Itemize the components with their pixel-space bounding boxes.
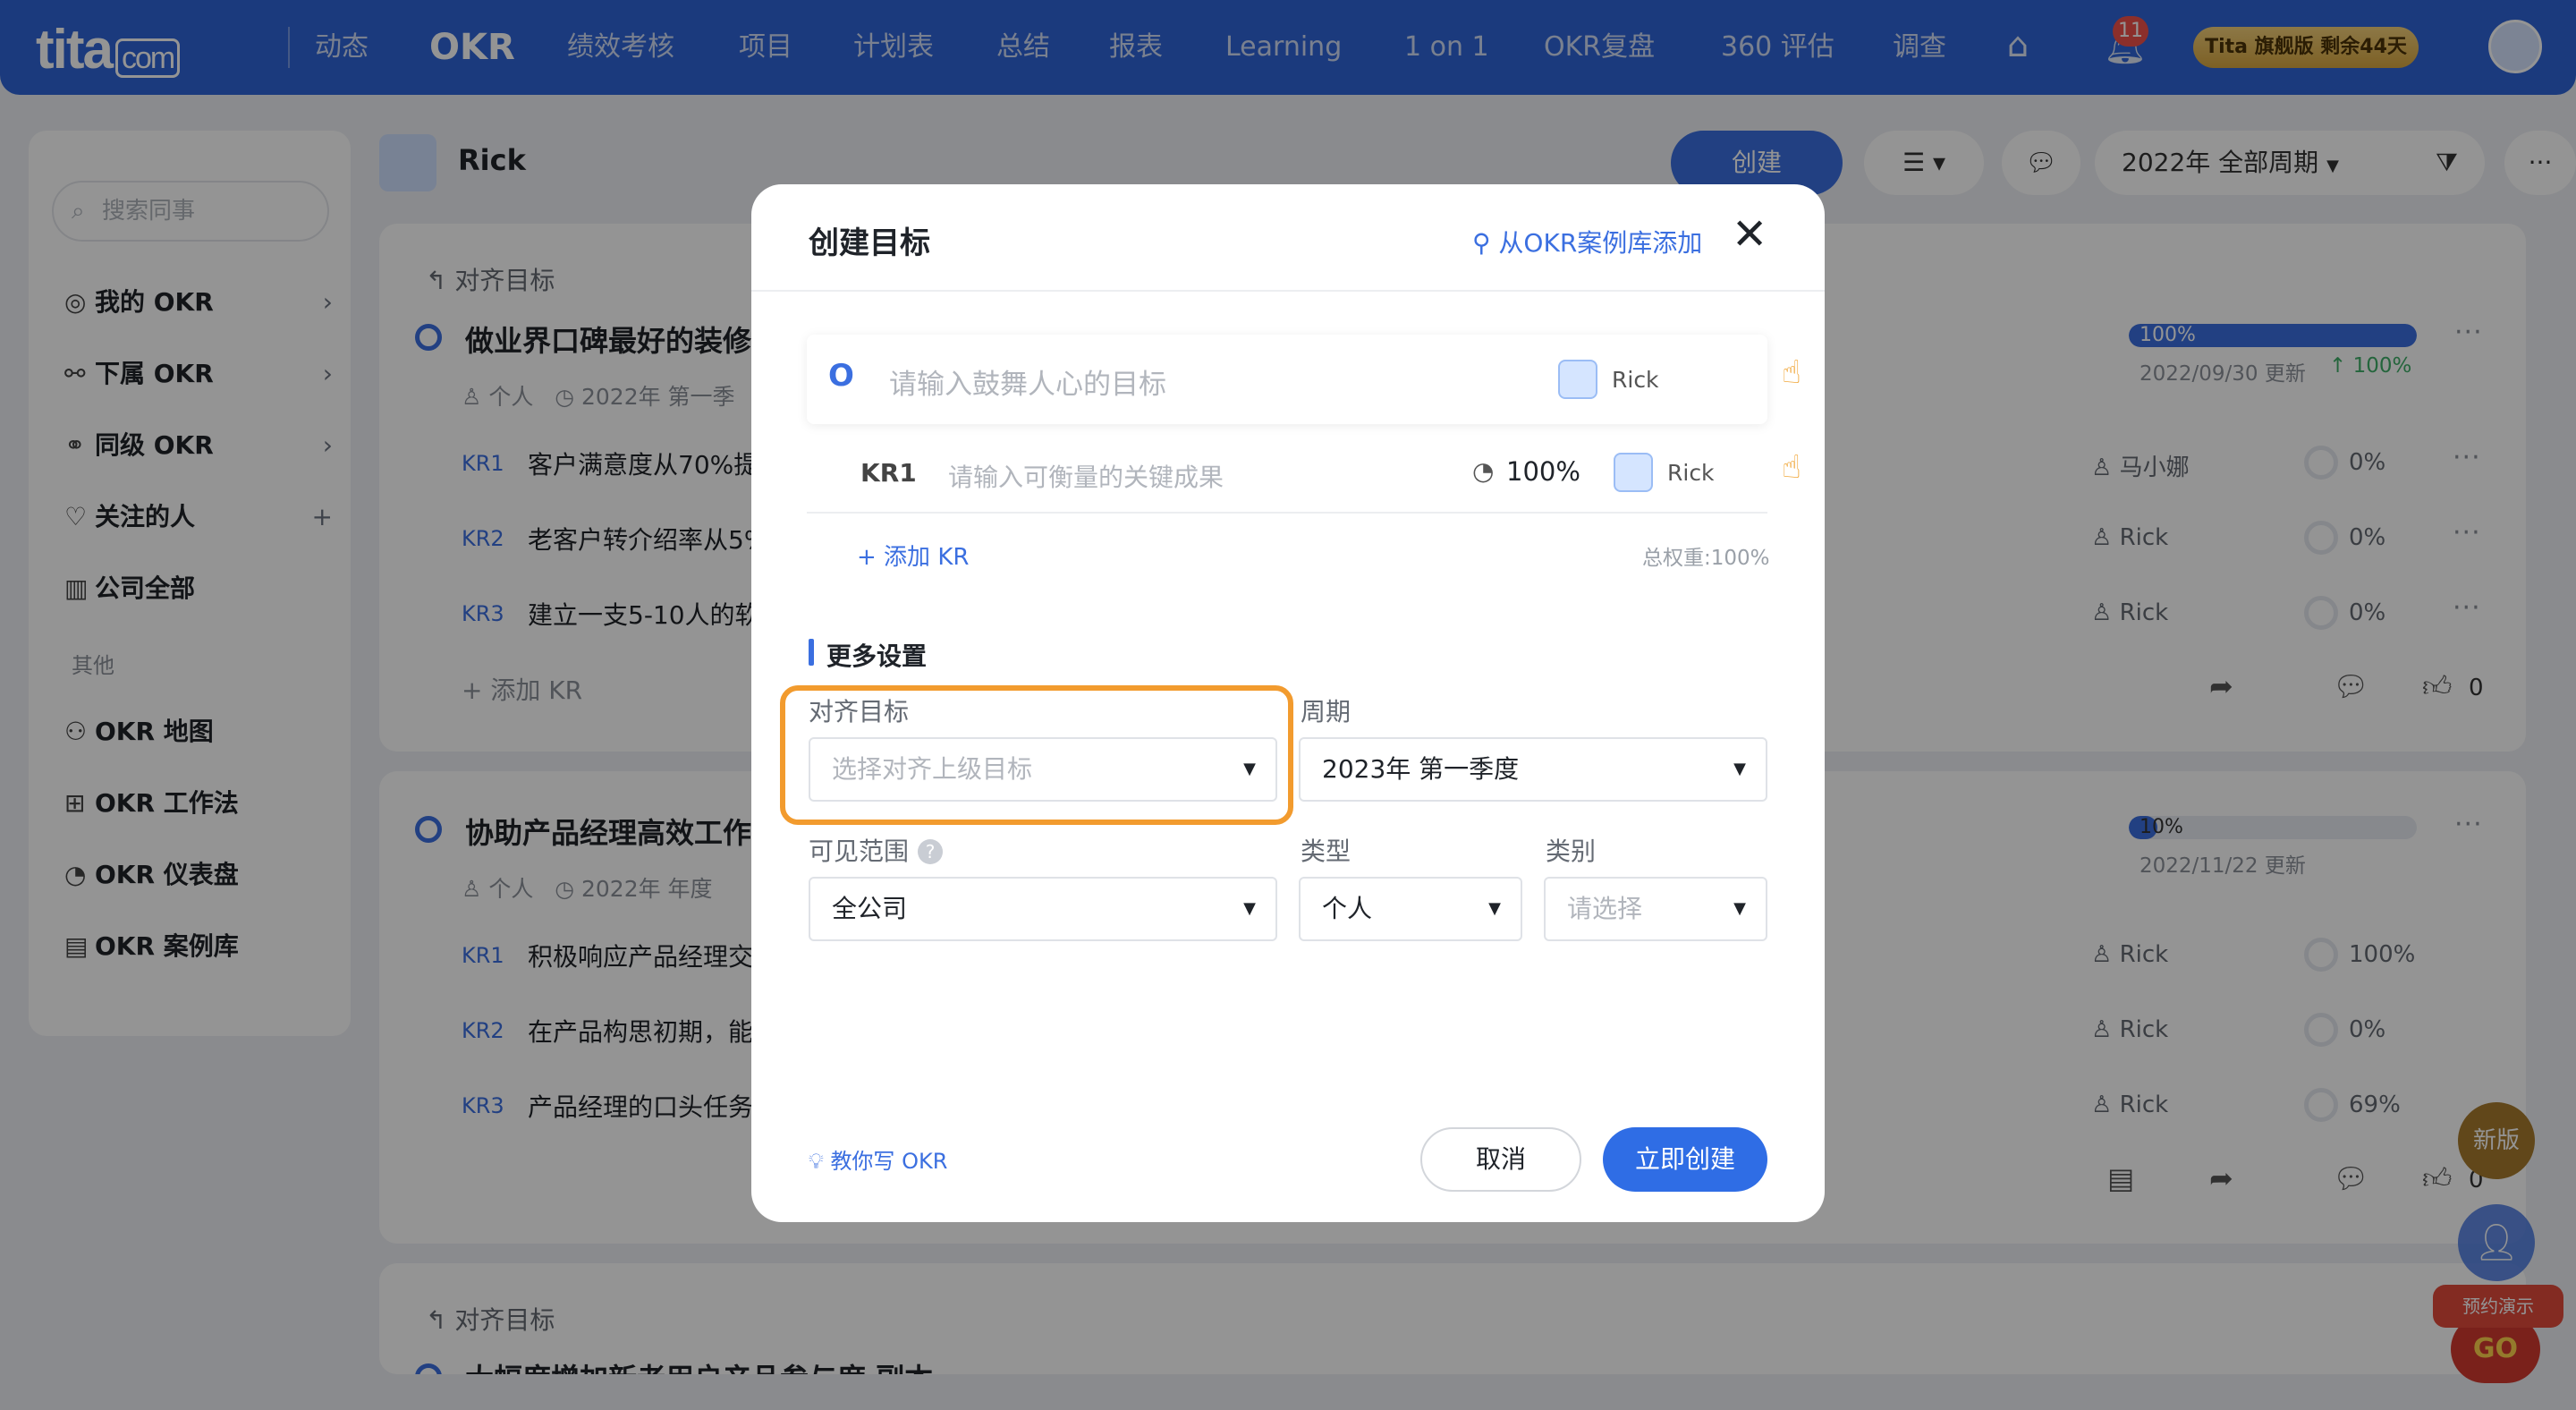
objective-input[interactable]: 请输入鼓舞人心的目标	[889, 361, 1166, 402]
add-kr-button[interactable]: + 添加 KR	[857, 539, 969, 572]
objective-marker: O	[828, 358, 854, 394]
kr-divider	[807, 512, 1767, 514]
dialog-title: 创建目标	[809, 225, 930, 261]
kr-weight[interactable]: 100%	[1506, 456, 1580, 487]
caret-down-icon: ▼	[1488, 899, 1501, 918]
objective-row: O 请输入鼓舞人心的目标 Rick	[807, 335, 1767, 424]
drag-handle-icon[interactable]: ☝	[1782, 354, 1801, 391]
period-select[interactable]: 2023年 第一季度 ▼	[1299, 737, 1767, 802]
section-marker	[809, 639, 814, 666]
kr-owner[interactable]: Rick	[1667, 460, 1715, 486]
help-icon[interactable]: ?	[918, 839, 944, 864]
link-icon: ⚲	[1472, 228, 1499, 258]
visibility-label: 可见范围?	[809, 832, 944, 868]
weight-icon: ◔	[1472, 456, 1495, 486]
caret-down-icon: ▼	[1733, 760, 1746, 778]
dialog-divider	[751, 290, 1825, 292]
lightbulb-icon: 💡︎	[809, 1149, 831, 1174]
period-label: 周期	[1301, 697, 1352, 726]
category-select[interactable]: 请选择 ▼	[1544, 877, 1767, 941]
owner-avatar[interactable]	[1558, 360, 1597, 399]
drag-handle-icon[interactable]: ☝	[1782, 449, 1801, 486]
submit-button[interactable]: 立即创建	[1603, 1127, 1767, 1192]
objective-owner[interactable]: Rick	[1612, 367, 1659, 393]
teach-okr-link[interactable]: 💡︎ 教你写 OKR	[809, 1143, 947, 1175]
visibility-select[interactable]: 全公司 ▼	[809, 877, 1277, 941]
caret-down-icon: ▼	[1243, 899, 1256, 918]
type-select[interactable]: 个人 ▼	[1299, 877, 1522, 941]
more-settings-title: 更多设置	[826, 641, 928, 671]
caret-down-icon: ▼	[1733, 899, 1746, 918]
kr-input[interactable]: 请输入可衡量的关键成果	[948, 458, 1224, 494]
category-label: 类别	[1546, 837, 1597, 866]
owner-avatar[interactable]	[1614, 453, 1653, 492]
okr-library-link[interactable]: ⚲ 从OKR案例库添加	[1472, 224, 1702, 259]
highlight-box	[780, 685, 1293, 825]
kr-label: KR1	[860, 458, 917, 488]
cancel-button[interactable]: 取消	[1420, 1127, 1581, 1192]
type-label: 类型	[1301, 837, 1352, 866]
create-objective-dialog: 创建目标 ⚲ 从OKR案例库添加 ✕ O 请输入鼓舞人心的目标 Rick ☝ K…	[751, 184, 1825, 1222]
total-weight: 总权重:100%	[1642, 547, 1770, 570]
close-icon[interactable]: ✕	[1732, 213, 1767, 256]
